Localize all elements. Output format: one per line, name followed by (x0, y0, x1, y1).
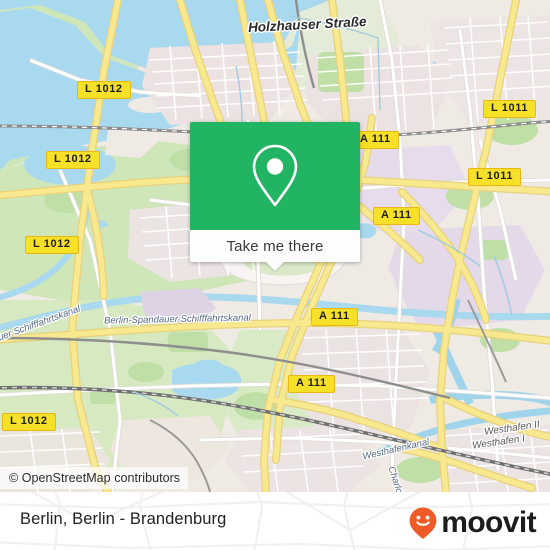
callout-card-action[interactable]: Take me there (190, 230, 360, 271)
road-shield: L 1012 (25, 236, 79, 254)
road-shield: L 1012 (2, 413, 56, 431)
road-shield: A 111 (288, 375, 335, 393)
road-shield: A 111 (373, 207, 420, 225)
callout-card-header (190, 122, 360, 230)
moovit-wordmark: moovit (441, 506, 536, 539)
road-shield: L 1011 (468, 168, 522, 186)
road-shield: L 1011 (483, 100, 537, 118)
road-shield: L 1012 (46, 151, 100, 169)
moovit-logo[interactable]: moovit (407, 506, 537, 540)
road-shield: L 1012 (77, 81, 131, 99)
map-canvas[interactable]: L 1012 L 1012 L 1012 L 1012 L 1011 L 101… (0, 0, 550, 492)
footer-location-title: Berlin, Berlin - Brandenburg (20, 510, 227, 528)
road-shield: A 111 (311, 308, 358, 326)
map-screenshot-root: L 1012 L 1012 L 1012 L 1012 L 1011 L 101… (0, 0, 550, 550)
callout-pointer (266, 262, 284, 271)
map-pin-icon (252, 144, 298, 207)
osm-attribution[interactable]: © OpenStreetMap contributors (0, 467, 189, 489)
take-me-there-label: Take me there (226, 237, 324, 255)
location-callout-card[interactable]: Take me there (190, 122, 360, 271)
footer-bar: Berlin, Berlin - Brandenburg moovit (0, 492, 550, 550)
moovit-pin-smiley-icon (409, 507, 437, 539)
